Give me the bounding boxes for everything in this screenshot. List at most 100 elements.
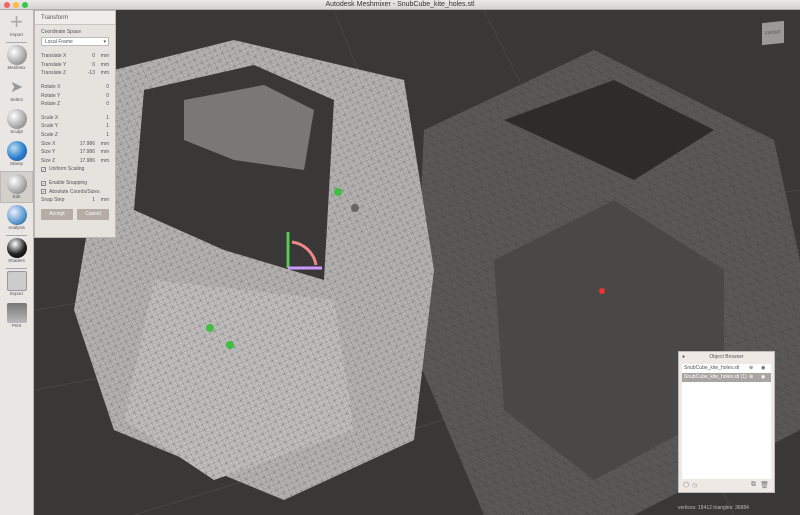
field-value[interactable]: 17.986	[73, 141, 95, 147]
field-unit: mm	[100, 61, 109, 68]
view-cube[interactable]: FRONT	[762, 20, 784, 46]
size-y-field[interactable]: Size Y 17.986 mm	[35, 148, 115, 157]
eye-icon[interactable]: ◉	[761, 373, 771, 382]
field-value[interactable]: 1	[95, 123, 109, 129]
enable-snapping-checkbox[interactable]: ✔ Enable Snapping	[35, 179, 115, 188]
field-label: Rotate Y	[41, 92, 61, 99]
checkmark-icon: ✔	[41, 166, 46, 172]
field-unit: mm	[100, 149, 109, 156]
field-label: Scale X	[41, 114, 59, 121]
coord-space-value: Local Frame	[45, 39, 73, 45]
brush-sphere-icon	[6, 109, 27, 129]
chevron-down-icon: ▾	[103, 39, 106, 45]
tool-shaders[interactable]: Shaders	[0, 236, 33, 268]
checkmark-icon: ✔	[41, 189, 46, 195]
cube-icon[interactable]: ⬡	[683, 481, 689, 489]
window-title: Autodesk Meshmixer - SnubCube_kite_holes…	[325, 1, 475, 8]
field-value[interactable]: 1	[73, 197, 95, 203]
cancel-button[interactable]: Cancel	[77, 208, 109, 220]
field-value[interactable]: 0	[95, 101, 109, 107]
zoom-window-button[interactable]	[22, 2, 28, 8]
tool-label: Select	[10, 97, 23, 102]
close-icon[interactable]: ●	[682, 352, 685, 362]
close-window-button[interactable]	[4, 2, 10, 8]
field-label: Scale Z	[41, 132, 58, 139]
translate-x-field[interactable]: Translate X 0 mm	[35, 52, 115, 61]
scale-x-field[interactable]: Scale X 1	[35, 114, 115, 123]
field-value[interactable]: 0	[73, 62, 95, 68]
tool-label: Meshmix	[7, 65, 26, 70]
translate-z-field[interactable]: Translate Z -13 mm	[35, 69, 115, 78]
field-unit: mm	[100, 140, 109, 147]
scale-y-field[interactable]: Scale Y 1	[35, 122, 115, 131]
tool-label: Edit	[12, 194, 21, 199]
view-cube-label: FRONT	[765, 29, 781, 36]
minimize-window-button[interactable]	[13, 2, 19, 8]
tool-export[interactable]: Export	[0, 269, 33, 301]
uniform-scaling-checkbox[interactable]: ✔ Uniform Scaling	[35, 165, 115, 174]
field-label: Rotate Z	[41, 101, 61, 108]
field-unit: mm	[100, 70, 109, 77]
accept-button[interactable]: Accept	[41, 208, 73, 220]
translate-y-field[interactable]: Translate Y 0 mm	[35, 61, 115, 70]
field-label: Rotate X	[41, 84, 61, 91]
tool-label: Analysis	[8, 225, 25, 230]
field-label: Size Y	[41, 149, 56, 156]
tool-analysis[interactable]: Analysis	[0, 203, 33, 235]
field-value[interactable]: 0	[95, 93, 109, 99]
field-label: Snap Step	[41, 197, 65, 204]
meshmix-icon	[6, 45, 27, 65]
field-value[interactable]: 1	[95, 115, 109, 121]
tool-stamp[interactable]: Stamp	[0, 139, 33, 171]
field-unit: mm	[100, 197, 109, 204]
field-label: Size Z	[41, 157, 56, 164]
lock-icon[interactable]: ⊕	[749, 373, 761, 382]
coord-space-label: Coordinate Space	[41, 29, 82, 35]
list-item-selected[interactable]: SnubCube_kite_holes.stl (1) ⊕ ◉	[682, 373, 771, 382]
tool-sculpt[interactable]: Sculpt	[0, 107, 33, 139]
tool-edit[interactable]: Edit	[0, 171, 33, 203]
tool-print[interactable]: Print	[0, 301, 33, 333]
tool-label: Stamp	[9, 161, 23, 166]
cursor-arrow-icon: ➤	[9, 79, 24, 96]
scale-z-field[interactable]: Scale Z 1	[35, 131, 115, 140]
tool-label: Sculpt	[10, 129, 23, 134]
field-value[interactable]: 17.986	[73, 149, 95, 155]
field-unit: mm	[100, 157, 109, 164]
field-value[interactable]: 0	[73, 53, 95, 59]
tool-label: Export	[9, 291, 23, 296]
field-value[interactable]: -13	[73, 70, 95, 76]
rotate-x-field[interactable]: Rotate X 0	[35, 83, 115, 92]
analysis-sphere-icon	[6, 205, 27, 225]
checkbox-label: Uniform Scaling	[49, 166, 85, 173]
object-browser-title: Object Browser	[709, 354, 744, 360]
size-x-field[interactable]: Size X 17.986 mm	[35, 139, 115, 148]
edit-sphere-icon	[6, 174, 27, 194]
duplicate-icon[interactable]: ⧉	[751, 481, 756, 489]
field-value[interactable]: 17.986	[73, 158, 95, 164]
rotate-y-field[interactable]: Rotate Y 0	[35, 91, 115, 100]
plus-icon: +	[10, 9, 23, 34]
field-label: Size X	[41, 140, 56, 147]
size-z-field[interactable]: Size Z 17.986 mm	[35, 157, 115, 166]
tool-import[interactable]: + Import	[0, 10, 33, 42]
absolute-coords-checkbox[interactable]: ✔ Absolute Coords/Sizes	[35, 187, 115, 196]
left-toolbar: + Import Meshmix ➤ Select Sculpt Stamp Edi…	[0, 10, 34, 515]
eye-icon[interactable]: ◉	[761, 364, 771, 373]
rotate-z-field[interactable]: Rotate Z 0	[35, 100, 115, 109]
tool-meshmix[interactable]: Meshmix	[0, 43, 33, 75]
panel-title: Transform	[35, 11, 115, 25]
coord-space-dropdown[interactable]: Local Frame ▾	[41, 37, 109, 46]
clock-icon[interactable]: ◷	[692, 482, 697, 489]
lock-icon[interactable]: ⊕	[749, 364, 761, 373]
checkbox-label: Absolute Coords/Sizes	[49, 188, 100, 195]
field-label: Translate Z	[41, 70, 67, 77]
transform-panel: Transform Coordinate Space Local Frame ▾ …	[34, 10, 116, 238]
snap-step-field[interactable]: Snap Step 1 mm	[35, 196, 115, 205]
checkbox-label: Enable Snapping	[49, 180, 88, 187]
tool-select[interactable]: ➤ Select	[0, 75, 33, 107]
trash-icon[interactable]: 🗑	[760, 481, 769, 489]
list-item[interactable]: SnubCube_kite_holes.stl ⊕ ◉	[682, 364, 771, 373]
field-value[interactable]: 0	[95, 84, 109, 90]
field-value[interactable]: 1	[95, 132, 109, 138]
